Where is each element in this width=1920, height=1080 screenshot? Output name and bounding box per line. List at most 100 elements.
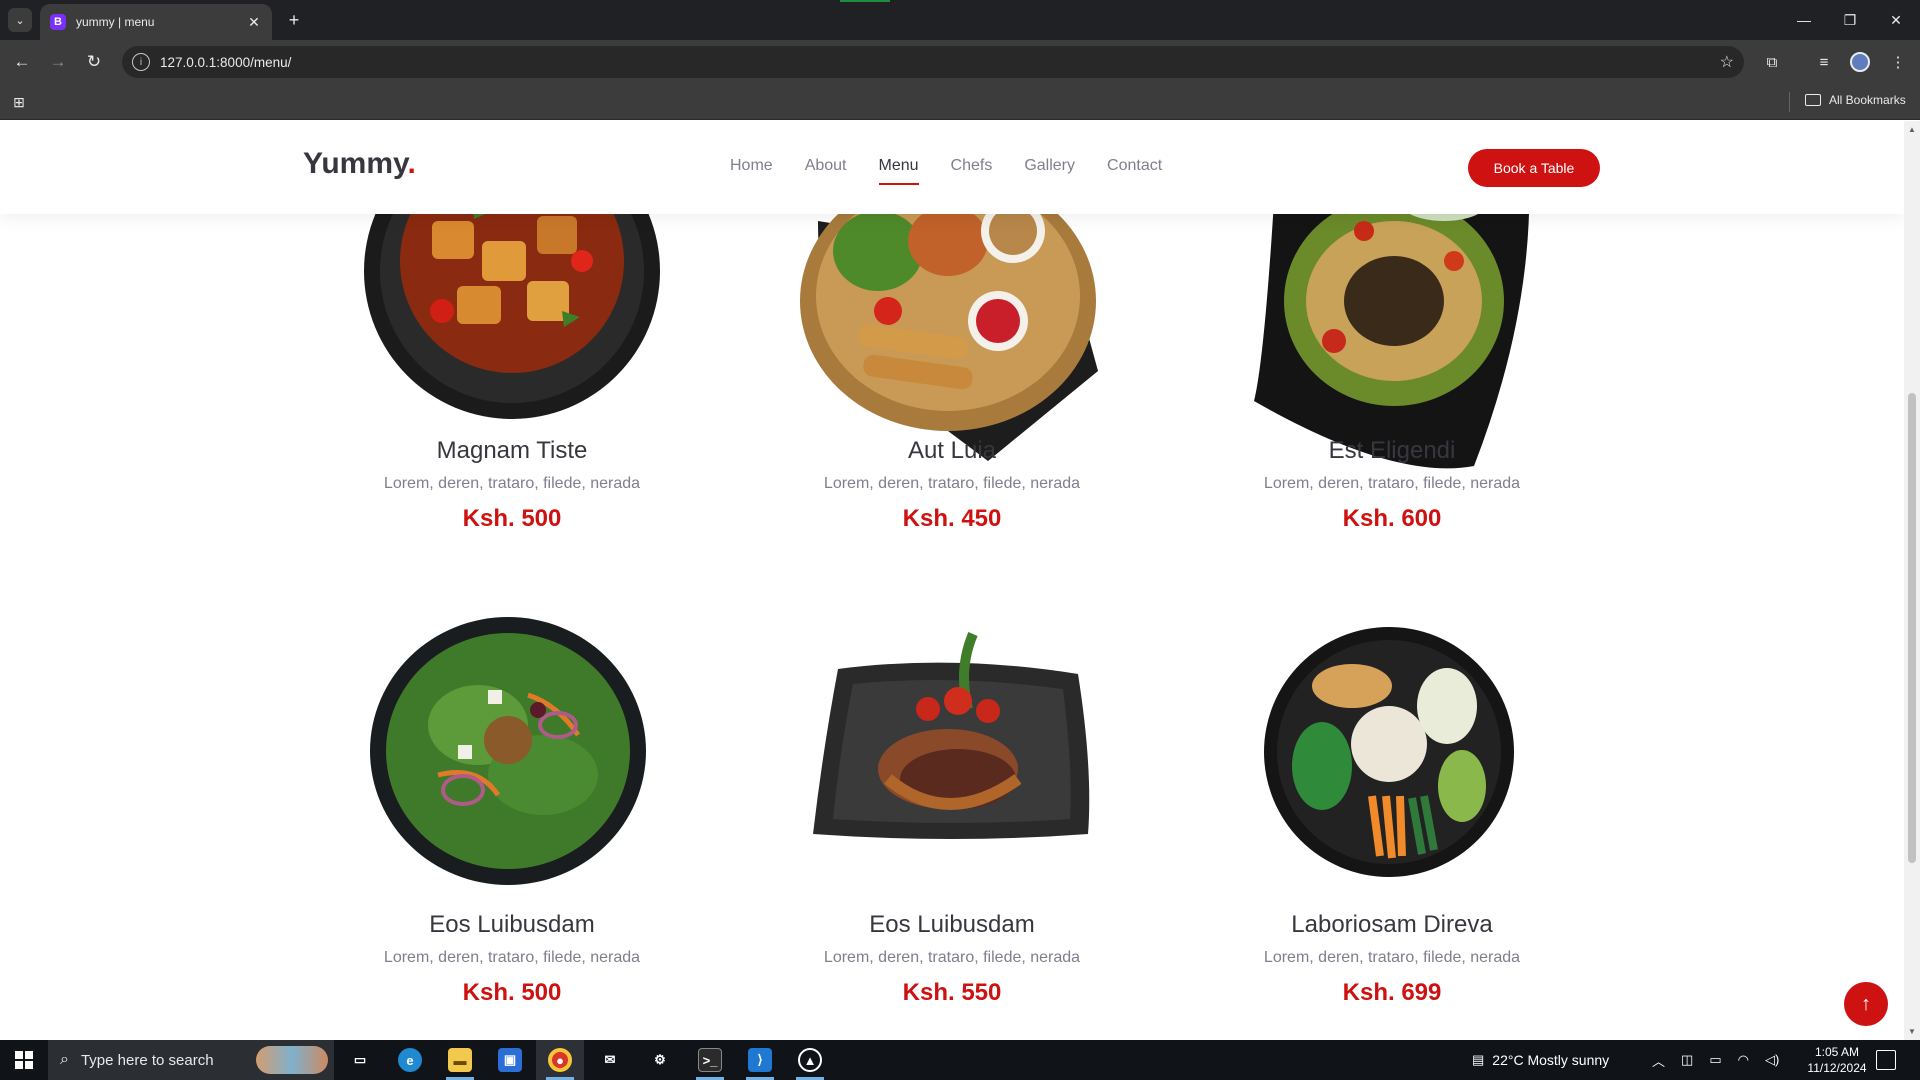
network-icon[interactable]: ◠ [1738,1052,1749,1068]
nav-home[interactable]: Home [730,157,773,183]
address-bar[interactable]: i 127.0.0.1:8000/menu/ ☆ [122,46,1744,78]
task-view-icon[interactable]: ▭ [336,1040,384,1080]
nav-chefs[interactable]: Chefs [951,157,993,183]
item-price: Ksh. 699 [1342,979,1442,1006]
show-hidden-icons-chevron-icon[interactable]: ︿ [1652,1051,1665,1070]
restore-icon[interactable]: ❐ [1836,8,1864,32]
scrollbar-thumb[interactable] [1908,393,1916,863]
volume-icon[interactable]: ◁) [1765,1052,1779,1068]
scroll-down-arrow-icon[interactable]: ▼ [1908,1027,1916,1036]
logo-dot: . [407,147,416,180]
folder-icon [1805,94,1821,106]
url-text[interactable]: 127.0.0.1:8000/menu/ [160,55,291,70]
green-salad-image[interactable] [368,615,648,887]
item-price: Ksh. 600 [1342,505,1442,532]
site-header: Yummy. Home About Menu Chefs Gallery Con… [0,121,1904,214]
notification-center-icon[interactable] [1876,1050,1896,1070]
item-price: Ksh. 500 [462,979,562,1006]
back-arrow-icon[interactable]: ← [10,50,34,74]
page-viewport: Yummy. Home About Menu Chefs Gallery Con… [0,121,1904,1040]
terminal-icon[interactable]: >_ [686,1040,734,1080]
bootstrap-favicon-icon: B [50,14,66,30]
item-ingredients: Lorem, deren, trataro, filede, nerada [823,949,1081,966]
edge-browser-icon[interactable]: e [386,1040,434,1080]
browser-tab-strip: ⌄ B yummy | menu ✕ + — ❐ ✕ [0,0,1920,40]
loading-indicator [840,0,890,2]
main-nav: Home About Menu Chefs Gallery Contact [730,157,1162,185]
menu-item-card: Eos Luibusdam Lorem, deren, trataro, fil… [292,911,732,1007]
taskbar-search-placeholder: Type here to search [80,1051,214,1069]
site-info-icon[interactable]: i [132,53,150,71]
apps-grid-icon[interactable]: ⊞ [10,93,28,111]
browser-tab[interactable]: B yummy | menu ✕ [40,4,272,40]
new-tab-button[interactable]: + [282,8,306,32]
item-name: Laboriosam Direva [1291,911,1493,938]
item-price: Ksh. 500 [462,505,562,532]
battery-icon[interactable]: ▭ [1709,1052,1721,1068]
scroll-up-arrow-icon[interactable]: ▲ [1908,125,1916,134]
item-ingredients: Lorem, deren, trataro, filede, nerada [1263,949,1521,966]
item-ingredients: Lorem, deren, trataro, filede, nerada [383,475,641,492]
meet-now-icon[interactable]: ◫ [1681,1052,1693,1068]
clock-time: 1:05 AM [1814,1045,1860,1059]
weather-text: 22°C Mostly sunny [1492,1052,1610,1068]
microsoft-store-icon[interactable]: ▣ [486,1040,534,1080]
windows-taskbar: ⌕ Type here to search ▭ e ▬ ▣ ● ✉ ⚙ >_ ⟩… [0,1040,1920,1080]
menu-item-card: Magnam Tiste Lorem, deren, trataro, file… [292,437,732,533]
more-menu-icon[interactable]: ⋮ [1886,50,1910,74]
item-ingredients: Lorem, deren, trataro, filede, nerada [1263,475,1521,492]
nav-menu[interactable]: Menu [878,157,919,185]
profile-avatar[interactable] [1850,52,1870,72]
item-price: Ksh. 550 [902,979,1002,1006]
all-bookmarks-button[interactable]: All Bookmarks [1805,93,1906,107]
weather-icon: ▤ [1472,1052,1485,1067]
mail-icon[interactable]: ✉ [586,1040,634,1080]
chrome-icon[interactable]: ● [536,1040,584,1080]
reload-icon[interactable]: ↻ [82,50,106,74]
all-bookmarks-label: All Bookmarks [1829,93,1906,107]
browser-toolbar: ← → ↻ i 127.0.0.1:8000/menu/ ☆ ⧉ ≡ ⋮ [0,40,1920,84]
logo-text: Yummy [303,147,408,180]
taskbar-search-box[interactable]: ⌕ Type here to search [48,1040,334,1080]
taskbar-clock[interactable]: 1:05 AM 11/12/2024 [1800,1044,1874,1076]
item-price: Ksh. 450 [902,505,1002,532]
item-name: Magnam Tiste [436,437,588,464]
weather-widget[interactable]: ▤ 22°C Mostly sunny [1472,1040,1609,1080]
photos-app-icon[interactable]: ▲ [786,1040,834,1080]
search-highlight-image [256,1046,328,1074]
extensions-icon[interactable]: ⧉ [1760,50,1784,74]
nav-gallery[interactable]: Gallery [1024,157,1075,183]
nav-about[interactable]: About [805,157,847,183]
close-window-icon[interactable]: ✕ [1882,8,1910,32]
back-to-top-arrow-icon[interactable]: ↑ [1844,982,1888,1026]
page-scrollbar[interactable]: ▲ ▼ [1904,121,1920,1040]
item-name: Eos Luibusdam [429,911,595,938]
item-name: Aut Luia [907,437,997,464]
vscode-icon[interactable]: ⟩ [736,1040,784,1080]
tab-search-button[interactable]: ⌄ [8,8,32,32]
bookmark-star-icon[interactable]: ☆ [1720,52,1734,72]
search-icon: ⌕ [60,1051,69,1068]
minimize-icon[interactable]: — [1790,8,1818,32]
book-a-table-button[interactable]: Book a Table [1468,149,1600,187]
bookmarks-divider [1789,92,1790,112]
media-controls-icon[interactable]: ≡ [1812,50,1836,74]
nav-contact[interactable]: Contact [1107,157,1162,183]
close-tab-icon[interactable]: ✕ [246,14,262,31]
item-name: Eos Luibusdam [869,911,1035,938]
site-logo[interactable]: Yummy. [303,147,416,181]
poke-bowl-image[interactable] [1262,626,1516,878]
menu-item-card: Eos Luibusdam Lorem, deren, trataro, fil… [732,911,1172,1007]
file-explorer-icon[interactable]: ▬ [436,1040,484,1080]
item-ingredients: Lorem, deren, trataro, filede, nerada [823,475,1081,492]
item-ingredients: Lorem, deren, trataro, filede, nerada [383,949,641,966]
tab-title: yummy | menu [76,15,155,29]
forward-arrow-icon[interactable]: → [46,50,70,74]
settings-gear-icon[interactable]: ⚙ [636,1040,684,1080]
windows-start-button[interactable] [0,1040,48,1080]
menu-item-card: Aut Luia Lorem, deren, trataro, filede, … [732,437,1172,533]
menu-item-card: Est Eligendi Lorem, deren, trataro, file… [1172,437,1612,533]
steak-plate-image[interactable] [808,629,1098,849]
clock-date: 11/12/2024 [1807,1061,1867,1075]
item-name: Est Eligendi [1328,437,1456,464]
